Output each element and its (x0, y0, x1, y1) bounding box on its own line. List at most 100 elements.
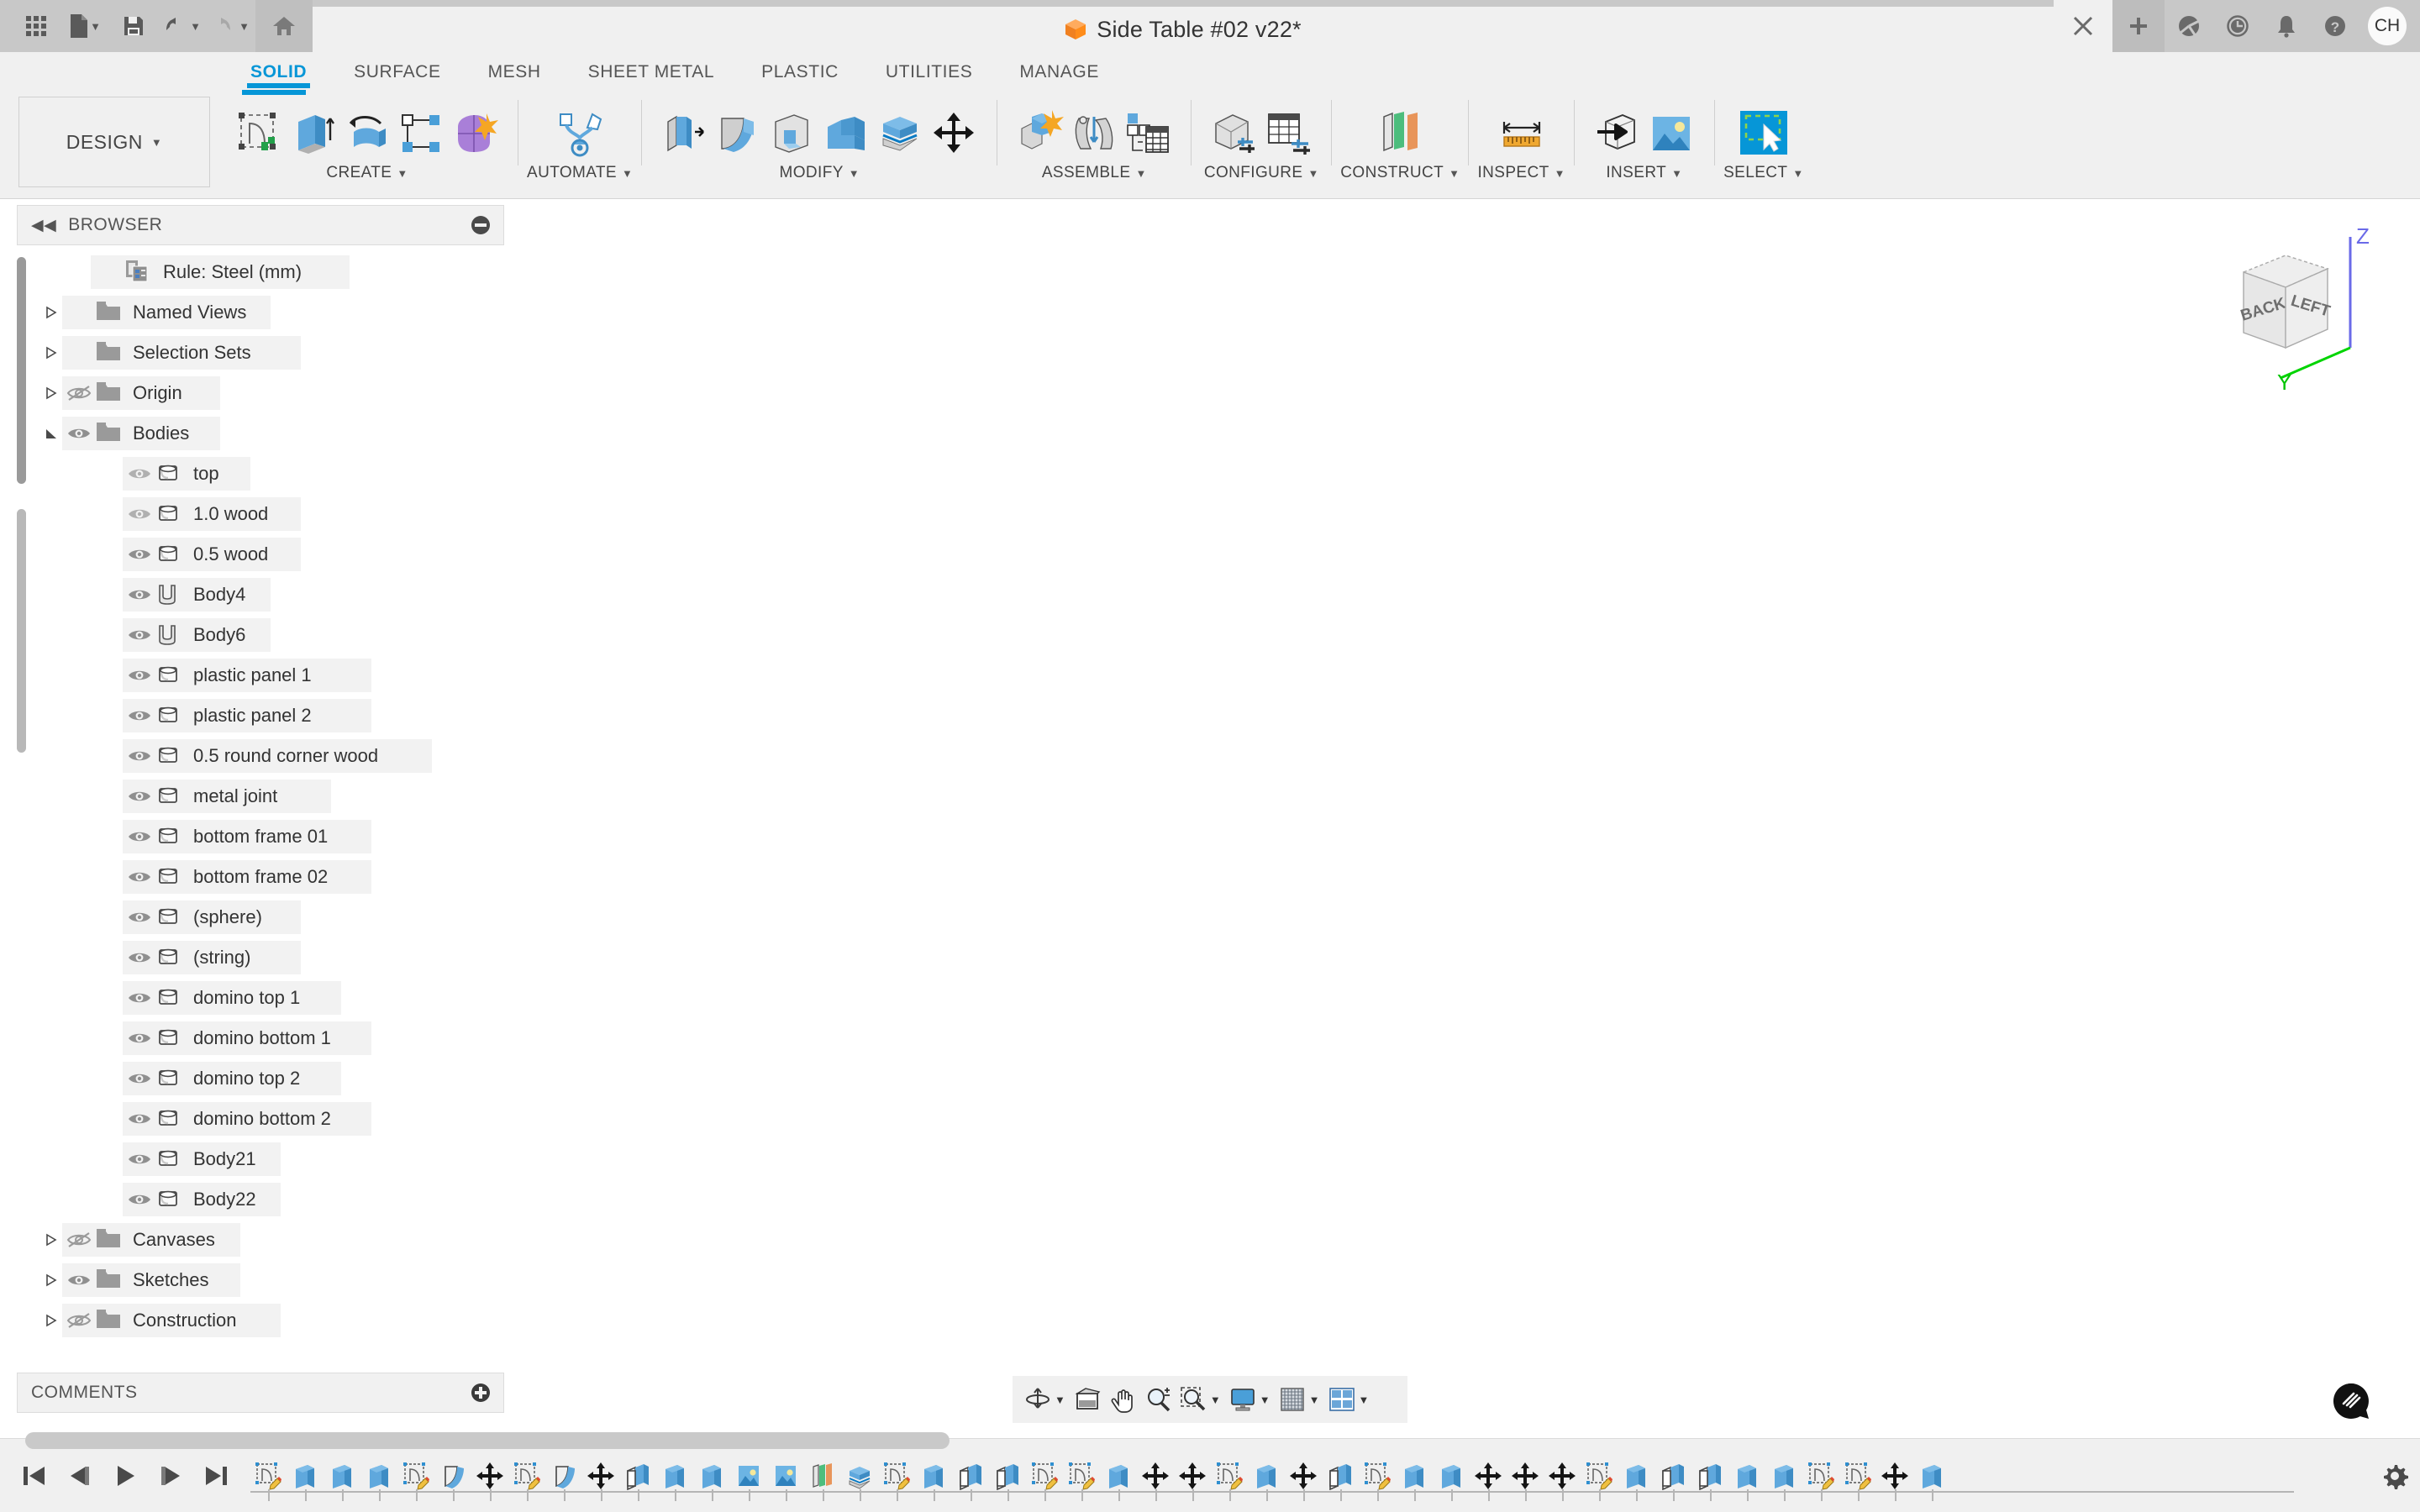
step-back-icon[interactable] (66, 1459, 94, 1493)
tab-surface[interactable]: SURFACE (330, 62, 464, 88)
browser-item-body21[interactable]: Body21 (17, 1139, 521, 1179)
collapse-left-icon[interactable]: ◀◀ (31, 216, 56, 235)
tab-plastic[interactable]: PLASTIC (738, 62, 862, 88)
design-workspace-dropdown[interactable]: DESIGN ▼ (18, 97, 210, 187)
eye-visible-icon[interactable] (123, 462, 156, 486)
timeline-feature-move[interactable] (1470, 1439, 1506, 1512)
chevron-down-icon[interactable]: ▼ (1210, 1394, 1221, 1406)
measure-icon[interactable] (1490, 102, 1554, 165)
timeline-feature-extrude[interactable] (694, 1439, 729, 1512)
browser-item-selection-sets[interactable]: Selection Sets (17, 333, 521, 373)
grid-snap-icon[interactable] (1276, 1381, 1309, 1418)
timeline-feature-extrude[interactable] (657, 1439, 692, 1512)
automate-icon[interactable] (554, 102, 606, 165)
form-icon[interactable] (449, 102, 501, 165)
eye-visible-icon[interactable] (123, 623, 156, 647)
browser-item-bodies[interactable]: Bodies (17, 413, 521, 454)
timeline-feature-sketch[interactable] (1581, 1439, 1617, 1512)
timeline-feature-plane[interactable] (805, 1439, 840, 1512)
chevron-down-icon[interactable]: ▼ (90, 20, 101, 33)
browser-item-domino-bottom-1[interactable]: domino bottom 1 (17, 1018, 521, 1058)
select-window-icon[interactable] (1732, 102, 1796, 165)
comments-panel-header[interactable]: COMMENTS (17, 1373, 504, 1413)
timeline-feature-move[interactable] (1507, 1439, 1543, 1512)
history-clock-icon[interactable] (2213, 0, 2262, 52)
avatar[interactable]: CH (2368, 7, 2407, 45)
timeline-feature-extrude[interactable] (916, 1439, 951, 1512)
chevron-down-icon[interactable]: ▼ (151, 136, 162, 149)
press-pull-icon[interactable] (659, 102, 711, 165)
timeline-feature-fillet[interactable] (546, 1439, 581, 1512)
timeline-feature-extrude[interactable] (1397, 1439, 1432, 1512)
create-sketch-icon[interactable] (234, 102, 286, 165)
browser-item-metal-joint[interactable]: metal joint (17, 776, 521, 816)
combine-icon[interactable] (820, 102, 872, 165)
document-tab[interactable]: Side Table #02 v22* (313, 7, 2054, 52)
step-forward-icon[interactable] (156, 1459, 185, 1493)
browser-item-sketches[interactable]: Sketches (17, 1260, 521, 1300)
browser-item-plastic-panel-2[interactable]: plastic panel 2 (17, 696, 521, 736)
timeline-feature-extrude[interactable] (287, 1439, 323, 1512)
tab-utilities[interactable]: UTILITIES (862, 62, 996, 88)
minus-circle-icon[interactable] (471, 216, 490, 234)
timeline-feature-copy[interactable] (1655, 1439, 1691, 1512)
look-at-icon[interactable] (1071, 1381, 1104, 1418)
gear-icon[interactable] (2370, 1439, 2420, 1512)
home-icon[interactable] (255, 0, 313, 52)
chevron-down-icon[interactable]: ▼ (1359, 1394, 1370, 1406)
pattern-icon[interactable] (395, 102, 447, 165)
tab-sheet-metal[interactable]: SHEET METAL (565, 62, 739, 88)
timeline-feature-sketch[interactable] (1064, 1439, 1099, 1512)
chevron-down-icon[interactable]: ▼ (1555, 167, 1565, 180)
browser-item-body4[interactable]: Body4 (17, 575, 521, 615)
eye-visible-icon[interactable] (123, 865, 156, 889)
extrude-icon[interactable] (287, 102, 339, 165)
timeline-feature-move[interactable] (472, 1439, 508, 1512)
timeline-feature-extrude[interactable] (1249, 1439, 1284, 1512)
browser-item-domino-top-1[interactable]: domino top 1 (17, 978, 521, 1018)
timeline-feature-move[interactable] (583, 1439, 618, 1512)
close-icon[interactable] (2054, 0, 2112, 52)
browser-item-bottom-frame-01[interactable]: bottom frame 01 (17, 816, 521, 857)
viewports-icon[interactable] (1325, 1381, 1359, 1418)
eye-visible-icon[interactable] (123, 744, 156, 768)
browser-item-domino-top-2[interactable]: domino top 2 (17, 1058, 521, 1099)
fillet-icon[interactable] (713, 102, 765, 165)
chevron-down-icon[interactable]: ▼ (1055, 1394, 1065, 1406)
timeline-feature-offset-face[interactable] (842, 1439, 877, 1512)
eye-visible-icon[interactable] (123, 906, 156, 929)
panel-label-assemble[interactable]: ASSEMBLE ▼ (1042, 164, 1147, 182)
eye-visible-icon[interactable] (123, 785, 156, 808)
eye-visible-icon[interactable] (123, 1067, 156, 1090)
offset-plane-icon[interactable] (1368, 102, 1432, 165)
eye-visible-icon[interactable] (123, 583, 156, 606)
plus-circle-icon[interactable] (471, 1383, 490, 1402)
timeline-feature-sketch[interactable] (879, 1439, 914, 1512)
chevron-down-icon[interactable]: ▼ (239, 20, 250, 33)
revolve-icon[interactable] (341, 102, 393, 165)
browser-item-plastic-panel-1[interactable]: plastic panel 1 (17, 655, 521, 696)
eye-visible-icon[interactable] (123, 1147, 156, 1171)
eye-visible-icon[interactable] (62, 422, 96, 445)
timeline-feature-copy[interactable] (620, 1439, 655, 1512)
zoom-window-icon[interactable] (1176, 1381, 1210, 1418)
browser-item-bottom-frame-02[interactable]: bottom frame 02 (17, 857, 521, 897)
browser-item-construction[interactable]: Construction (17, 1300, 521, 1341)
help-icon[interactable]: ? (2311, 0, 2360, 52)
eye-visible-icon[interactable] (123, 946, 156, 969)
eye-hidden-icon[interactable] (62, 1309, 96, 1332)
new-document-icon[interactable]: ▼ (60, 0, 109, 52)
eye-visible-icon[interactable] (123, 1188, 156, 1211)
browser-item-body22[interactable]: Body22 (17, 1179, 521, 1220)
timeline-feature-extrude[interactable] (1914, 1439, 1949, 1512)
timeline-feature-copy[interactable] (953, 1439, 988, 1512)
undo-icon[interactable]: ▼ (158, 0, 207, 52)
timeline-feature-move[interactable] (1286, 1439, 1321, 1512)
timeline-feature-move[interactable] (1544, 1439, 1580, 1512)
browser-item-domino-bottom-2[interactable]: domino bottom 2 (17, 1099, 521, 1139)
browser-item-body6[interactable]: Body6 (17, 615, 521, 655)
chevron-down-icon[interactable]: ▼ (1671, 167, 1682, 180)
configure-model-icon[interactable] (1208, 102, 1260, 165)
timeline-feature-sketch[interactable] (250, 1439, 286, 1512)
timeline-feature-move[interactable] (1138, 1439, 1173, 1512)
